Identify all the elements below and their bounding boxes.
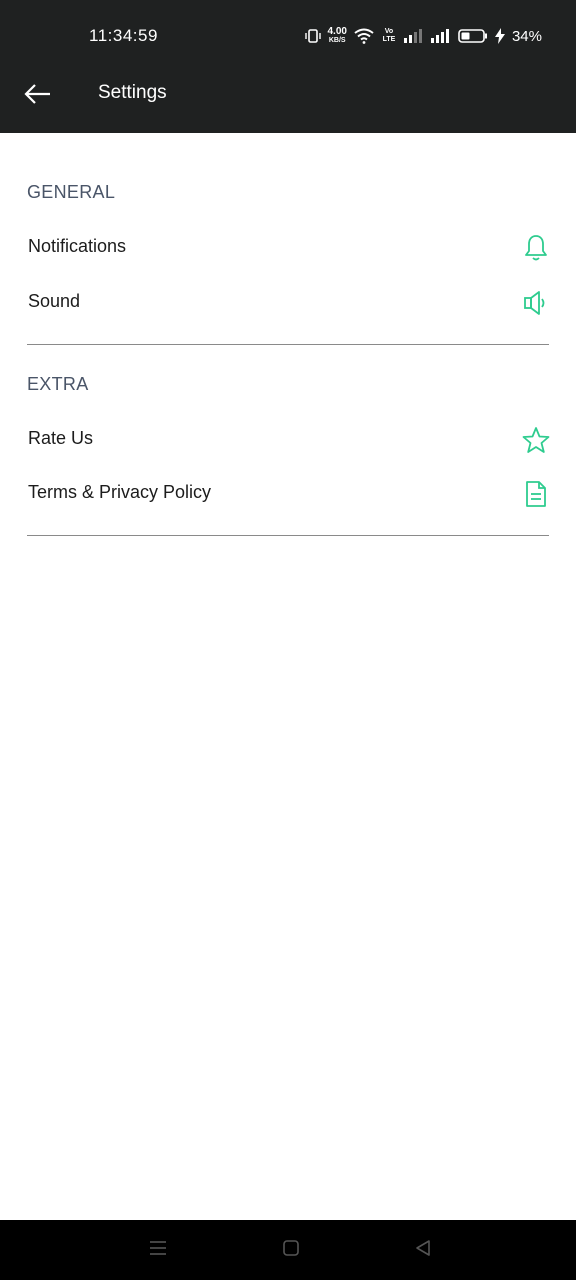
battery-percent: 34% <box>511 27 542 45</box>
settings-item-label: Notifications <box>28 236 127 256</box>
signal-1-icon <box>403 29 424 43</box>
net-speed-unit: KB/S <box>328 37 346 44</box>
settings-item-notifications[interactable]: Notifications <box>0 223 576 273</box>
page-title: Settings <box>98 82 167 103</box>
back-nav-button[interactable] <box>408 1238 438 1262</box>
settings-item-label: Terms & Privacy Policy <box>28 482 212 502</box>
app-bar: Settings <box>0 58 576 133</box>
status-time: 11:34:59 <box>89 26 158 45</box>
section-header-extra: EXTRA <box>27 374 89 394</box>
back-button[interactable] <box>14 76 62 116</box>
section-header-general: GENERAL <box>27 182 116 202</box>
signal-2-icon <box>430 29 451 43</box>
system-nav-bar <box>0 1220 576 1280</box>
status-icons: 4.00 KB/S Vo LTE 34% <box>304 24 542 48</box>
settings-item-label: Sound <box>28 291 81 311</box>
settings-item-label: Rate Us <box>28 428 94 448</box>
bell-icon <box>522 233 550 263</box>
back-triangle-icon <box>414 1239 432 1262</box>
home-icon <box>282 1239 300 1262</box>
section-divider <box>27 535 549 536</box>
net-speed: 4.00 KB/S <box>328 27 347 45</box>
net-speed-value: 4.00 <box>327 26 347 37</box>
menu-icon <box>149 1239 167 1262</box>
settings-item-sound[interactable]: Sound <box>0 278 576 328</box>
star-icon <box>522 425 550 455</box>
document-icon <box>522 479 550 509</box>
arrow-left-icon <box>24 83 52 109</box>
settings-item-rate-us[interactable]: Rate Us <box>0 415 576 465</box>
vibrate-icon <box>304 28 321 44</box>
recent-apps-button[interactable] <box>143 1238 173 1262</box>
volte-icon: Vo LTE <box>382 28 396 43</box>
speaker-icon <box>522 288 550 318</box>
battery-icon <box>458 29 488 43</box>
charging-icon <box>494 28 505 44</box>
home-button[interactable] <box>276 1238 306 1262</box>
settings-item-terms-privacy[interactable]: Terms & Privacy Policy <box>0 469 576 519</box>
wifi-icon <box>354 28 374 44</box>
section-divider <box>27 344 549 345</box>
